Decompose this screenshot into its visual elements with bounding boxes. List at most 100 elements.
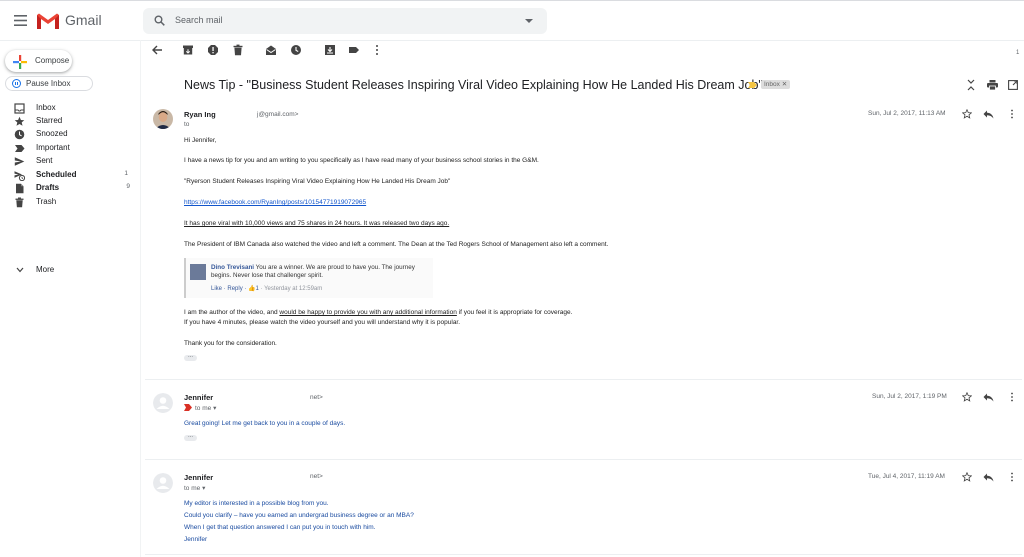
- avatar[interactable]: [153, 473, 173, 493]
- avatar[interactable]: [153, 393, 173, 413]
- search-options-icon[interactable]: [525, 19, 533, 23]
- more-label: More: [36, 265, 55, 274]
- message-greeting: Hi Jennifer,: [184, 137, 217, 144]
- comment-time: Yesterday at 12:59am: [264, 286, 323, 292]
- trash-icon: [15, 197, 24, 208]
- star-icon[interactable]: [962, 109, 972, 119]
- message-divider: [145, 379, 1022, 380]
- message-more-icon[interactable]: [1010, 392, 1014, 402]
- archive-icon[interactable]: [182, 44, 194, 56]
- sidebar-item-drafts[interactable]: Drafts 9: [0, 182, 140, 195]
- app-name: Gmail: [65, 12, 102, 28]
- sidebar-item-trash[interactable]: Trash: [0, 196, 140, 209]
- pause-icon: [12, 79, 21, 88]
- compose-label: Compose: [35, 56, 70, 65]
- facebook-comment-screenshot: Dino Trevisani You are a winner. We are …: [184, 258, 433, 298]
- draft-icon: [16, 183, 24, 194]
- sidebar-item-snoozed[interactable]: Snoozed: [0, 128, 140, 141]
- sender-email: j@gmail.com>: [257, 111, 299, 118]
- commenter-name: Dino Trevisani: [211, 264, 255, 271]
- move-to-icon[interactable]: [324, 44, 336, 56]
- snooze-icon[interactable]: [290, 44, 302, 56]
- show-trimmed-content-button[interactable]: ...: [184, 353, 197, 361]
- message-paragraph: Thank you for the consideration.: [184, 340, 277, 347]
- message-body-line: Could you clarify – have you earned an u…: [184, 512, 414, 519]
- sidebar-item-starred[interactable]: Starred: [0, 115, 140, 128]
- report-spam-icon[interactable]: [207, 44, 219, 56]
- sidebar-item-label: Snoozed: [36, 129, 68, 138]
- sidebar-item-important[interactable]: Important: [0, 142, 140, 155]
- page-indicator: 1: [1016, 50, 1020, 56]
- avatar[interactable]: [153, 109, 173, 129]
- message-more-icon[interactable]: [1010, 109, 1014, 119]
- sidebar-more[interactable]: More: [14, 264, 114, 277]
- label-icon[interactable]: [348, 44, 360, 56]
- recipient-text: to me: [184, 485, 201, 492]
- show-trimmed-content-button[interactable]: ...: [184, 433, 197, 441]
- sidebar-item-inbox[interactable]: Inbox: [0, 102, 140, 115]
- collapse-all-icon[interactable]: [966, 79, 976, 91]
- inbox-icon: [14, 103, 25, 114]
- importance-marker-icon[interactable]: [184, 404, 192, 411]
- sender-email: net>: [310, 473, 323, 480]
- more-options-icon[interactable]: [371, 44, 383, 56]
- mark-unread-icon[interactable]: [265, 44, 277, 56]
- comment-text: Dino Trevisani You are a winner. We are …: [211, 264, 426, 280]
- print-icon[interactable]: [987, 80, 998, 90]
- importance-marker-icon[interactable]: [748, 82, 757, 88]
- text-span: I am the author of the video, and: [184, 309, 280, 316]
- pause-inbox-button[interactable]: Pause Inbox: [5, 76, 93, 91]
- inbox-label-badge[interactable]: Inbox ✕: [761, 80, 791, 89]
- recipient-line[interactable]: to me ▾: [184, 484, 205, 492]
- reply-link: Reply: [227, 286, 243, 292]
- sidebar-item-label: Starred: [36, 116, 63, 125]
- search-icon[interactable]: [154, 15, 165, 26]
- sidebar-item-count: 1: [124, 170, 128, 177]
- back-arrow-icon[interactable]: [151, 44, 163, 56]
- compose-plus-icon: [13, 55, 27, 69]
- main-menu-icon[interactable]: [14, 15, 27, 26]
- message-body-line: When I get that question answered I can …: [184, 524, 376, 531]
- search-input[interactable]: Search mail: [175, 15, 223, 25]
- sidebar-item-label: Trash: [36, 197, 57, 206]
- message-date: Tue, Jul 4, 2017, 11:19 AM: [868, 473, 945, 480]
- search-bar[interactable]: Search mail: [143, 8, 547, 34]
- text-span: if you feel it is appropriate for covera…: [456, 309, 573, 316]
- recipient-details-icon[interactable]: ▾: [202, 485, 205, 492]
- sender-name: Jennifer: [184, 393, 214, 402]
- star-icon: [14, 116, 25, 126]
- message-date: Sun, Jul 2, 2017, 11:13 AM: [868, 110, 946, 117]
- sidebar-item-label: Drafts: [36, 183, 60, 192]
- message-paragraph: It has gone viral with 10,000 views and …: [184, 220, 450, 227]
- recipient-line[interactable]: to: [184, 121, 189, 128]
- reply-icon[interactable]: [983, 393, 994, 402]
- star-icon[interactable]: [962, 392, 972, 402]
- text-span-underlined: would be happy to provide you with any a…: [279, 309, 457, 316]
- gmail-logo-icon[interactable]: [36, 12, 60, 30]
- scheduled-send-icon: [14, 171, 25, 181]
- comment-meta: Like · Reply · 👍1 · Yesterday at 12:59am: [211, 286, 323, 292]
- message-more-icon[interactable]: [1010, 472, 1014, 482]
- delete-icon[interactable]: [232, 44, 244, 56]
- reply-icon[interactable]: [983, 473, 994, 482]
- star-icon[interactable]: [962, 472, 972, 482]
- sidebar-item-count: 9: [126, 183, 130, 190]
- message-body: Great going! Let me get back to you in a…: [184, 420, 346, 427]
- message-divider: [145, 554, 1022, 555]
- sidebar-item-sent[interactable]: Sent: [0, 155, 140, 168]
- reply-icon[interactable]: [983, 110, 994, 119]
- message-body-line: Jennifer: [184, 536, 208, 543]
- open-new-window-icon[interactable]: [1008, 80, 1018, 90]
- facebook-post-link[interactable]: https://www.facebook.com/RyanIng/posts/1…: [184, 199, 366, 207]
- sidebar-item-label: Sent: [36, 156, 53, 165]
- message-paragraph: The President of IBM Canada also watched…: [184, 241, 609, 248]
- sidebar-item-scheduled[interactable]: Scheduled 1: [0, 169, 140, 182]
- like-link: Like: [211, 286, 223, 292]
- recipient-details-icon[interactable]: ▾: [213, 405, 216, 412]
- compose-button[interactable]: Compose: [5, 50, 72, 72]
- recipient-line[interactable]: to me ▾: [195, 404, 216, 412]
- header-divider: [0, 40, 1024, 41]
- remove-label-icon[interactable]: ✕: [782, 81, 787, 88]
- like-count-icon: 👍: [248, 286, 256, 292]
- recipient-text: to me: [195, 405, 212, 412]
